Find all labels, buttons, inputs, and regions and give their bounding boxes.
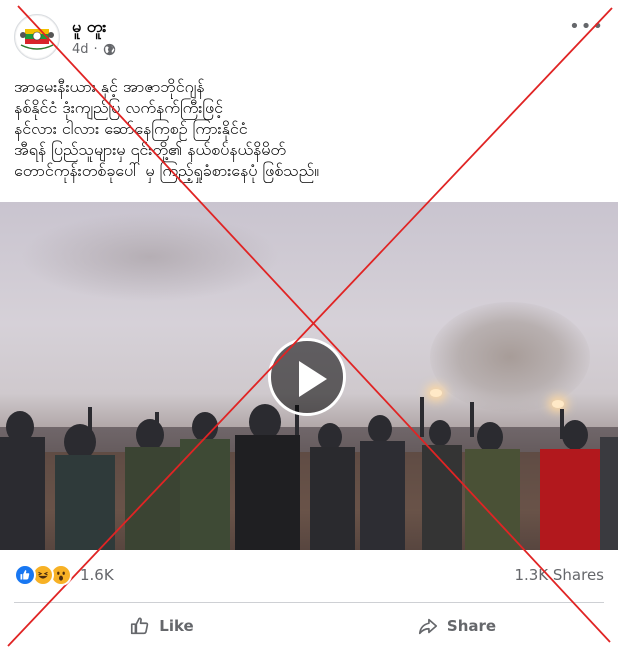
video-play-button[interactable]	[268, 338, 346, 416]
post-timestamp[interactable]: 4d	[72, 42, 89, 57]
post-header: မူ တူး 4d · •••	[14, 14, 604, 62]
sky-haze	[20, 212, 280, 302]
like-icon	[131, 617, 149, 635]
share-button[interactable]: Share	[309, 606, 604, 646]
avatar-logo-icon	[16, 16, 58, 58]
facebook-post-card: မူ တူး 4d · ••• အာမေးနီးယား နှင့် အာဇာဘိ…	[0, 0, 618, 648]
share-icon	[418, 618, 437, 635]
meta-separator: ·	[93, 42, 98, 57]
surprised-face-icon	[57, 571, 65, 581]
engagement-stats: 1.6K 1.3K Shares	[14, 562, 604, 590]
post-meta: 4d ·	[72, 42, 116, 57]
globe-icon	[103, 43, 115, 56]
share-label: Share	[446, 617, 497, 635]
like-label: Like	[159, 617, 194, 635]
like-button[interactable]: Like	[14, 606, 309, 646]
reactions-summary[interactable]: 1.6K	[14, 564, 114, 586]
laughing-face-icon	[38, 571, 48, 579]
thumbs-up-icon	[20, 570, 30, 580]
more-options-button[interactable]: •••	[569, 16, 604, 37]
reaction-count: 1.6K	[80, 566, 114, 584]
post-text: အာမေးနီးယား နှင့် အာဇာဘိုင်ဂျန် နစ်နိုင်…	[14, 77, 320, 180]
like-reaction-icon	[14, 564, 36, 586]
post-actions-bar: Like Share	[14, 606, 604, 646]
actions-divider	[14, 602, 604, 603]
shares-count-link[interactable]: 1.3K Shares	[514, 566, 604, 584]
page-avatar[interactable]	[14, 14, 60, 60]
video-thumbnail[interactable]	[0, 202, 618, 550]
play-icon	[299, 361, 327, 397]
page-name-link[interactable]: မူ တူး	[72, 16, 106, 40]
